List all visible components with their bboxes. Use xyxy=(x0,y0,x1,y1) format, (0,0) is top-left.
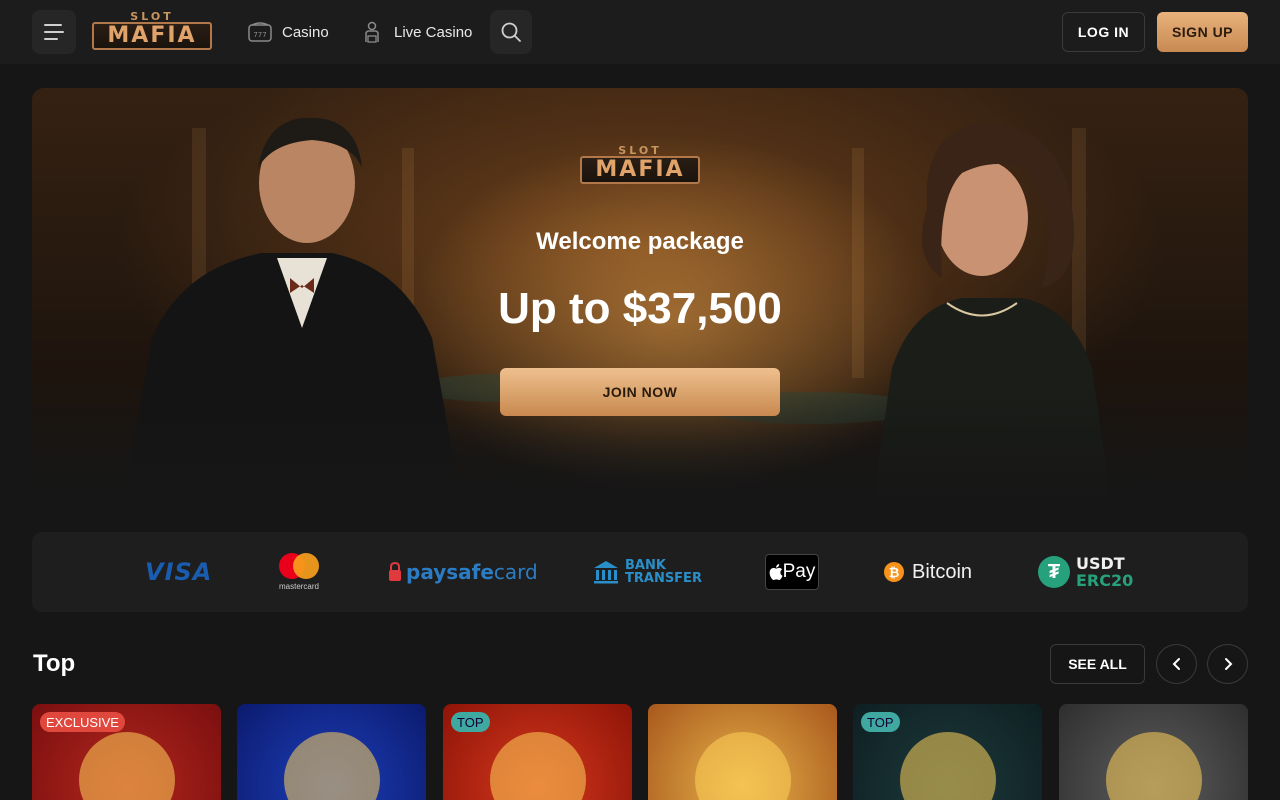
chevron-left-icon xyxy=(1172,658,1180,670)
nav-live-casino[interactable]: Live Casino xyxy=(360,20,472,44)
bank-transfer-logo: BANK TRANSFER xyxy=(593,532,702,612)
menu-button[interactable] xyxy=(32,10,76,54)
game-thumbnail xyxy=(694,732,791,800)
game-thumbnail xyxy=(1105,732,1202,800)
mastercard-logo: mastercard xyxy=(274,532,324,612)
game-tile[interactable]: TOP xyxy=(443,704,632,800)
bitcoin-icon: ₿ xyxy=(884,562,904,582)
game-thumbnail xyxy=(489,732,586,800)
carousel-prev-button[interactable] xyxy=(1156,644,1197,684)
usdt-logo: ₮ USDT ERC20 xyxy=(1038,532,1133,612)
hamburger-icon xyxy=(44,24,62,26)
game-thumbnail xyxy=(899,732,996,800)
game-thumbnail xyxy=(283,732,380,800)
game-badge: TOP xyxy=(861,712,900,732)
join-now-button[interactable]: JOIN NOW xyxy=(500,368,780,416)
site-logo[interactable]: SLOT MAFIA xyxy=(92,10,212,52)
nav-casino-label: Casino xyxy=(282,23,329,41)
apple-pay-logo: Pay xyxy=(765,532,819,612)
see-all-button[interactable]: SEE ALL xyxy=(1050,644,1145,684)
nav-casino[interactable]: 777 Casino xyxy=(248,20,329,44)
login-button[interactable]: LOG IN xyxy=(1062,12,1145,52)
paysafecard-logo: paysafecard xyxy=(388,532,538,612)
payment-methods-bar: VISA mastercard paysafecard BANK TRANSFER… xyxy=(32,532,1248,612)
hero-banner: SLOT MAFIA Welcome package Up to $37,500… xyxy=(32,88,1248,508)
chevron-right-icon xyxy=(1224,658,1232,670)
game-tile[interactable] xyxy=(237,704,426,800)
bitcoin-logo: ₿ Bitcoin xyxy=(884,532,972,612)
game-badge: TOP xyxy=(451,712,490,732)
apple-icon xyxy=(769,564,783,580)
tether-icon: ₮ xyxy=(1038,556,1070,588)
game-thumbnail xyxy=(78,732,175,800)
visa-logo: VISA xyxy=(145,558,213,586)
padlock-icon xyxy=(389,562,401,581)
svg-text:777: 777 xyxy=(253,31,266,39)
search-button[interactable] xyxy=(490,10,532,54)
search-icon xyxy=(501,22,521,42)
section-title-top: Top xyxy=(33,650,76,677)
slot-machine-icon: 777 xyxy=(248,21,272,43)
game-tile[interactable]: TOP xyxy=(853,704,1042,800)
hero-logo: SLOT MAFIA xyxy=(580,144,700,186)
nav-live-casino-label: Live Casino xyxy=(394,23,473,41)
signup-button[interactable]: SIGN UP xyxy=(1157,12,1248,52)
dealer-icon xyxy=(360,21,384,43)
game-tile[interactable]: EXCLUSIVE xyxy=(32,704,221,800)
site-header: SLOT MAFIA 777 Casino Live Casino LOG IN… xyxy=(0,0,1280,64)
carousel-next-button[interactable] xyxy=(1207,644,1248,684)
hero-title: Welcome package xyxy=(536,228,744,255)
game-tile[interactable] xyxy=(1059,704,1248,800)
bank-icon xyxy=(594,561,618,584)
game-badge: EXCLUSIVE xyxy=(40,712,125,732)
hero-amount: Up to $37,500 xyxy=(498,284,782,333)
game-tile[interactable] xyxy=(648,704,837,800)
